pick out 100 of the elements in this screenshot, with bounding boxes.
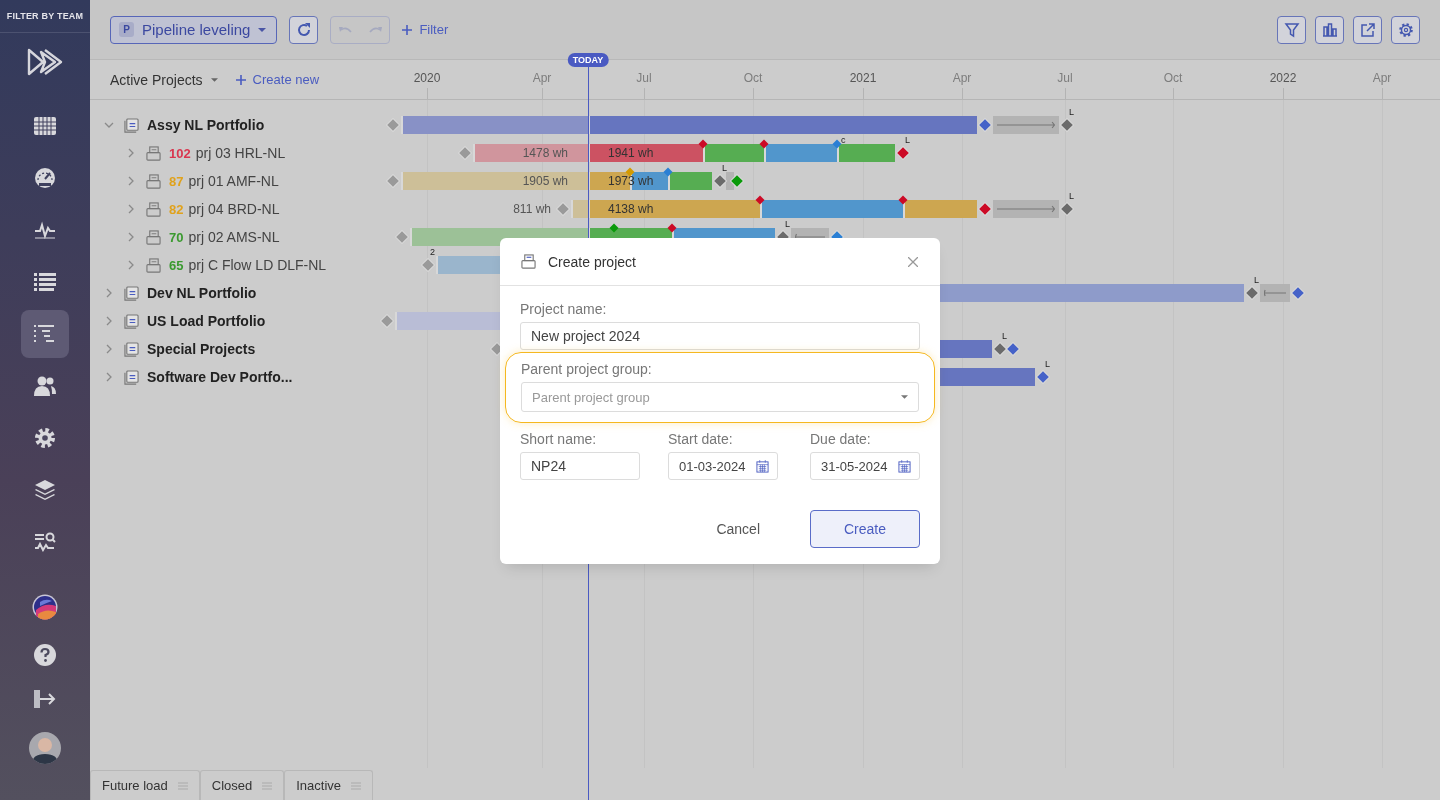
list-icon[interactable] (34, 273, 56, 291)
bar-label: 1941 wh (608, 146, 654, 160)
project-name[interactable]: prj 02 AMS-NL (188, 229, 280, 245)
bar-chart-icon (1321, 21, 1338, 38)
create-new-link[interactable]: Create new (235, 72, 320, 87)
score-label: 102 (169, 145, 191, 161)
search-chart-icon[interactable] (34, 532, 56, 552)
milestone-marker[interactable] (698, 139, 708, 149)
timeline-label: Apr (952, 71, 972, 85)
milestone-marker[interactable] (663, 167, 673, 177)
view-dropdown[interactable]: P Pipeline leveling (110, 15, 278, 44)
milestone-diamond[interactable] (1005, 341, 1021, 357)
milestone-diamond[interactable] (895, 145, 911, 161)
cancel-button[interactable]: Cancel (696, 511, 780, 547)
grid-icon[interactable] (34, 117, 56, 135)
milestone-note: L (1045, 359, 1050, 369)
milestone-marker[interactable] (898, 195, 908, 205)
milestone-marker[interactable] (667, 223, 677, 233)
gantt-icon[interactable] (34, 325, 56, 343)
project-name[interactable]: prj 04 BRD-NL (188, 201, 280, 217)
export-button[interactable] (1353, 15, 1382, 44)
portfolio-name[interactable]: Dev NL Portfolio (147, 285, 257, 301)
timeline-label: Oct (743, 71, 763, 85)
chevron-icon[interactable] (106, 288, 112, 298)
portfolio-name[interactable]: Assy NL Portfolio (147, 117, 265, 133)
logout-icon[interactable] (34, 690, 56, 708)
help-icon[interactable] (34, 644, 56, 666)
milestone-note: L (1002, 331, 1007, 341)
short-name-field[interactable]: NP24 (520, 452, 640, 480)
gantt-bar[interactable] (588, 200, 760, 218)
milestone-note: L (1069, 107, 1074, 117)
start-date-field[interactable]: 01-03-2024 (668, 452, 778, 480)
chevron-icon[interactable] (128, 204, 134, 214)
portfolio-name[interactable]: Software Dev Portfo... (147, 369, 293, 385)
chevron-icon[interactable] (106, 344, 112, 354)
milestone-diamond[interactable] (729, 173, 745, 189)
caret-icon (258, 27, 267, 32)
project-name-field[interactable]: New project 2024 (520, 322, 920, 350)
nav-item[interactable] (21, 310, 69, 358)
refresh-button[interactable] (289, 15, 319, 44)
timeline-label: Jul (636, 71, 652, 85)
funnel-button[interactable] (1277, 15, 1306, 44)
portfolio-name[interactable]: US Load Portfolio (147, 313, 266, 329)
chevron-icon[interactable] (128, 260, 134, 270)
close-icon[interactable] (908, 256, 918, 267)
columns-button[interactable] (1315, 15, 1344, 44)
portfolio-name[interactable]: Special Projects (147, 341, 256, 357)
pulse-icon[interactable] (34, 221, 56, 239)
user-avatar[interactable] (29, 732, 61, 764)
chevron-icon[interactable] (128, 232, 134, 242)
milestone-diamond[interactable] (977, 201, 993, 217)
chevron-icon[interactable] (106, 316, 112, 326)
milestone-diamond[interactable] (1244, 285, 1260, 301)
bottom-tab[interactable]: Future load (90, 770, 200, 800)
milestone-marker[interactable] (832, 139, 842, 149)
chevron-icon[interactable] (106, 372, 112, 382)
milestone-diamond[interactable] (992, 341, 1008, 357)
gauge-icon[interactable] (34, 167, 56, 189)
layers-icon[interactable] (34, 479, 56, 501)
chevron-icon[interactable] (104, 122, 114, 128)
view-badge: P (119, 22, 134, 37)
create-button[interactable]: Create (810, 510, 920, 548)
field-label: Short name: (520, 431, 598, 447)
milestone-note: 2 (430, 247, 435, 257)
chevron-icon[interactable] (128, 176, 134, 186)
folder-icon (124, 313, 139, 329)
users-icon[interactable] (34, 376, 56, 396)
chevron-icon[interactable] (128, 148, 134, 158)
milestone-marker[interactable] (759, 139, 769, 149)
milestone-diamond[interactable] (1059, 117, 1075, 133)
timeline-label: Apr (532, 71, 552, 85)
today-badge: TODAY (567, 53, 609, 67)
bottom-tab[interactable]: Inactive (284, 770, 374, 800)
timeline-label: 2020 (413, 71, 441, 85)
milestone-diamond[interactable] (1290, 285, 1306, 301)
timeline-label: Jul (1057, 71, 1073, 85)
milestone-note: L (905, 135, 910, 145)
milestone-marker[interactable] (609, 223, 619, 233)
bar-label: 1478 wh (522, 146, 568, 160)
settings-icon[interactable] (34, 427, 56, 449)
project-icon (146, 229, 161, 245)
milestone-diamond[interactable] (1059, 201, 1075, 217)
milestone-diamond[interactable] (712, 173, 728, 189)
due-date-field[interactable]: 31-05-2024 (810, 452, 920, 480)
project-name[interactable]: prj C Flow LD DLF-NL (188, 257, 327, 273)
project-list-dropdown[interactable]: Active Projects (110, 71, 218, 88)
settings-icon (1397, 21, 1414, 38)
milestone-diamond[interactable] (977, 117, 993, 133)
field-label: Due date: (810, 431, 872, 447)
logo-icon[interactable] (27, 48, 63, 76)
timeline-label: 2021 (849, 71, 877, 85)
project-name[interactable]: prj 01 AMF-NL (188, 173, 279, 189)
milestone-marker[interactable] (755, 195, 765, 205)
settings-button[interactable] (1391, 15, 1420, 44)
project-name[interactable]: prj 03 HRL-NL (195, 145, 286, 161)
bottom-tab[interactable]: Closed (199, 770, 285, 800)
calendar-icon (898, 459, 911, 473)
milestone-note: L (1254, 275, 1259, 285)
milestone-diamond[interactable] (1035, 369, 1051, 385)
plus-icon (235, 74, 246, 85)
